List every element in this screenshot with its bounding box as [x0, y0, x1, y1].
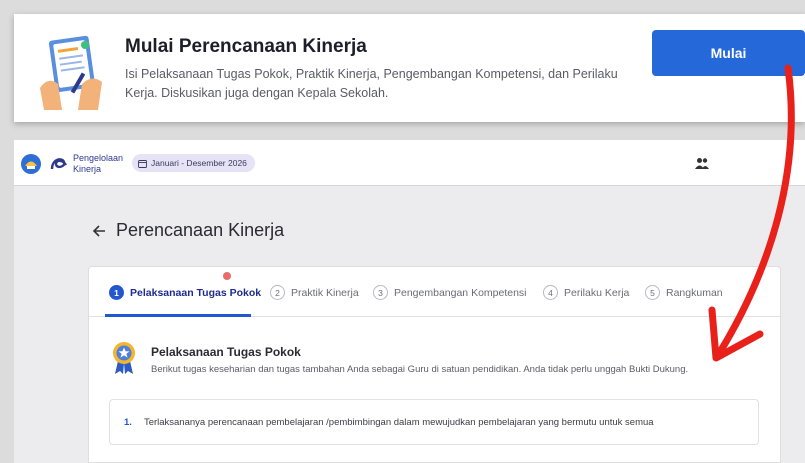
- tab-praktik-kinerja[interactable]: 2 Praktik Kinerja: [270, 285, 359, 300]
- callout-description: Isi Pelaksanaan Tugas Pokok, Praktik Kin…: [125, 67, 618, 100]
- page-header: Perencanaan Kinerja: [92, 220, 284, 241]
- tab-label: Pengembangan Kompetensi: [394, 286, 527, 299]
- start-button[interactable]: Mulai: [652, 30, 805, 76]
- section-title: Pelaksanaan Tugas Pokok: [151, 345, 301, 359]
- active-tab-indicator: [105, 314, 251, 317]
- list-item[interactable]: 1. Terlaksananya perencanaan pembelajara…: [109, 399, 759, 445]
- top-navigation-bar: Pengelolaan Kinerja Januari - Desember 2…: [14, 140, 805, 186]
- tab-label: Rangkuman: [666, 286, 723, 299]
- tab-label: Pelaksanaan Tugas Pokok: [130, 286, 262, 299]
- tab-label: Perilaku Kerja: [564, 286, 630, 299]
- calendar-icon: [138, 159, 147, 168]
- brand-line-2: Kinerja: [73, 164, 102, 174]
- medal-icon: [113, 342, 135, 374]
- back-arrow-icon[interactable]: [92, 224, 106, 238]
- page-title: Perencanaan Kinerja: [116, 220, 285, 240]
- tab-number: 5: [645, 285, 660, 300]
- planning-illustration-icon: [40, 35, 102, 110]
- emblem-logo-icon[interactable]: [20, 153, 42, 175]
- tab-pengembangan-kompetensi[interactable]: 3 Pengembangan Kompetensi: [373, 285, 527, 300]
- tab-number: 3: [373, 285, 388, 300]
- tab-number: 4: [543, 285, 558, 300]
- callout-title: Mulai Perencanaan Kinerja: [125, 36, 367, 57]
- pengelolaan-kinerja-logo-icon: [50, 158, 67, 170]
- tab-pelaksanaan-tugas-pokok[interactable]: 1 Pelaksanaan Tugas Pokok: [109, 285, 261, 300]
- step-tabs: 1 Pelaksanaan Tugas Pokok 2 Praktik Kine…: [89, 267, 780, 317]
- item-number: 1.: [124, 416, 132, 428]
- brand-line-1: Pengelolaan: [73, 153, 124, 163]
- tab-number: 1: [109, 285, 124, 300]
- period-label: Januari - Desember 2026: [151, 158, 247, 168]
- tab-perilaku-kerja[interactable]: 4 Perilaku Kerja: [543, 285, 629, 300]
- section-description: Berikut tugas keseharian dan tugas tamba…: [151, 364, 689, 375]
- app-window: Pengelolaan Kinerja Januari - Desember 2…: [14, 140, 805, 463]
- period-chip[interactable]: Januari - Desember 2026: [132, 154, 255, 172]
- cursor-pointer-icon: [223, 272, 231, 280]
- planning-card: 1 Pelaksanaan Tugas Pokok 2 Praktik Kine…: [88, 266, 781, 463]
- start-planning-callout: Mulai Perencanaan Kinerja Isi Pelaksanaa…: [14, 14, 805, 122]
- tab-label: Praktik Kinerja: [291, 286, 359, 299]
- brand-name: Pengelolaan Kinerja: [73, 153, 123, 175]
- tab-rangkuman[interactable]: 5 Rangkuman: [645, 285, 723, 300]
- people-icon[interactable]: [695, 157, 709, 169]
- item-text: Terlaksananya perencanaan pembelajaran /…: [143, 416, 654, 428]
- tab-number: 2: [270, 285, 285, 300]
